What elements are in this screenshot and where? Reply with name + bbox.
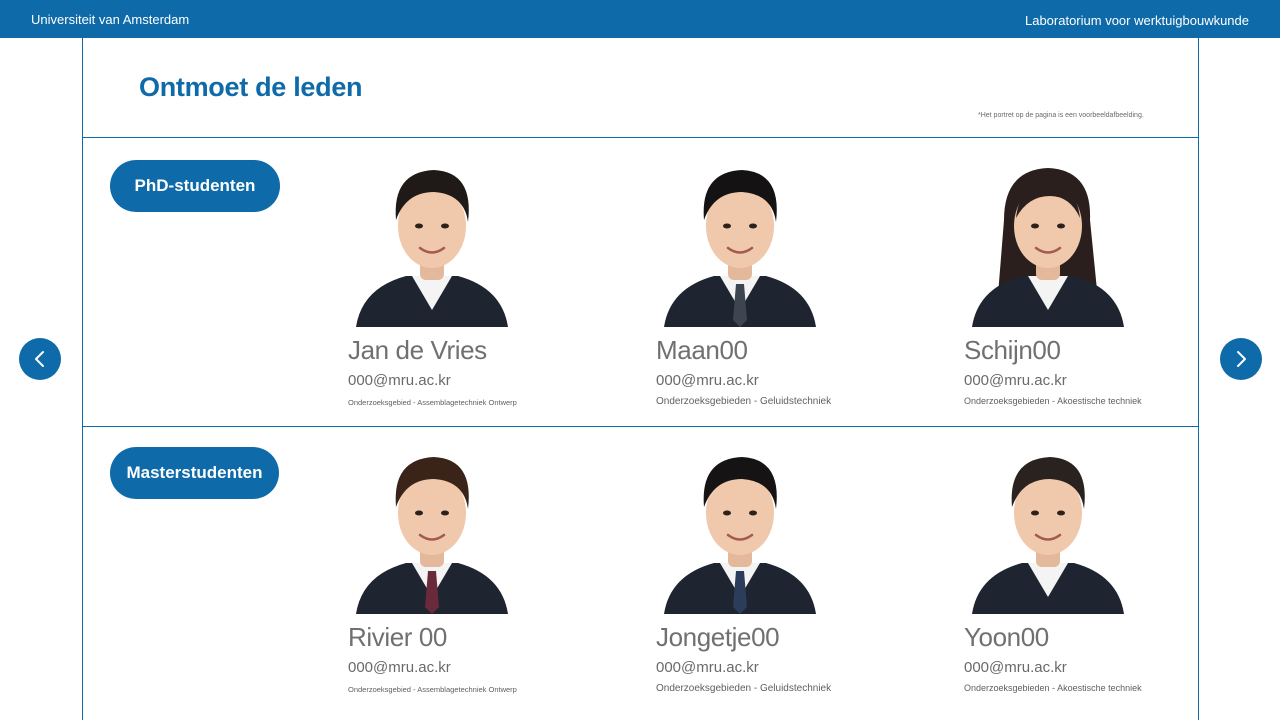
member-email[interactable]: 000@mru.ac.kr [656,372,759,389]
member-research-area: Onderzoeksgebied - Assemblagetechniek On… [348,398,517,407]
portrait-photo [348,447,515,614]
member-name: Schijn00 [964,335,1061,365]
member-research-area: Onderzoeksgebieden - Geluidstechniek [656,683,832,694]
member-email[interactable]: 000@mru.ac.kr [348,372,451,389]
chevron-right-icon [1237,351,1246,367]
portrait-photo [656,447,823,614]
university-name[interactable]: Universiteit van Amsterdam [31,12,189,27]
lab-name[interactable]: Laboratorium voor werktuigbouwkunde [1025,13,1249,28]
divider-middle [82,426,1199,427]
portrait-photo [964,160,1131,327]
member-name: Yoon00 [964,622,1049,652]
portrait-photo [656,160,823,327]
section-pill-phd[interactable]: PhD-studenten [110,160,280,212]
member-research-area: Onderzoeksgebied - Assemblagetechniek On… [348,685,517,694]
chevron-left-icon [35,351,44,367]
member-research-area: Onderzoeksgebieden - Geluidstechniek [656,396,832,407]
member-research-area: Onderzoeksgebieden - Akoestische technie… [964,396,1142,406]
member-name: Maan00 [656,335,748,365]
divider-top [82,137,1199,138]
section-pill-master[interactable]: Masterstudenten [110,447,279,499]
member-research-area: Onderzoeksgebieden - Akoestische technie… [964,683,1142,693]
member-name: Jan de Vries [348,335,487,365]
member-email[interactable]: 000@mru.ac.kr [964,372,1067,389]
top-bar: Universiteit van Amsterdam Laboratorium … [0,0,1280,38]
member-email[interactable]: 000@mru.ac.kr [656,659,759,676]
portrait-photo [964,447,1131,614]
portrait-note: *Het portret op de pagina is een voorbee… [978,112,1144,119]
member-name: Rivier 00 [348,622,447,652]
page-title: Ontmoet de leden [139,72,363,102]
portrait-photo [348,160,515,327]
next-button[interactable] [1220,338,1262,380]
prev-button[interactable] [19,338,61,380]
member-email[interactable]: 000@mru.ac.kr [348,659,451,676]
member-name: Jongetje00 [656,622,780,652]
member-email[interactable]: 000@mru.ac.kr [964,659,1067,676]
